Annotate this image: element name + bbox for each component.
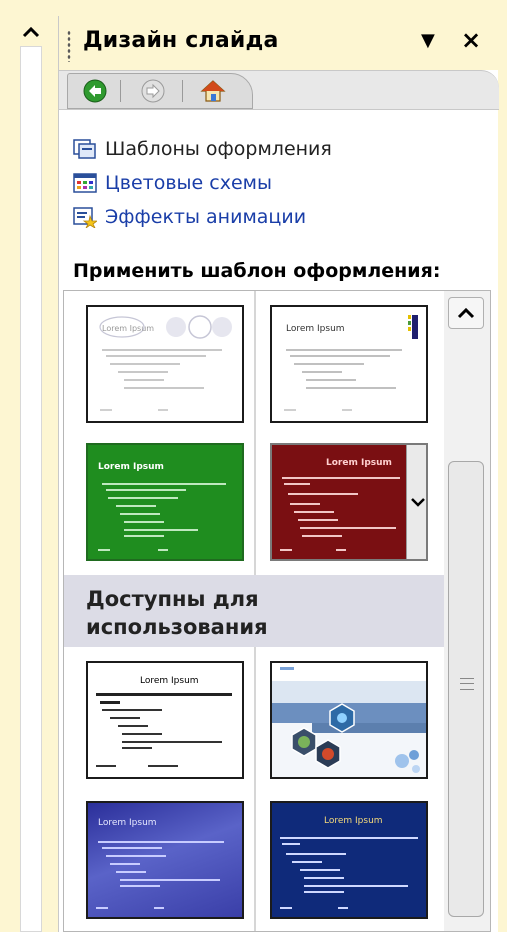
- svg-text:Lorem Ipsum: Lorem Ipsum: [286, 324, 345, 334]
- scroll-grip-icon: [460, 678, 474, 690]
- link-design-templates-label: Шаблоны оформления: [105, 138, 332, 160]
- chevron-down-icon: [411, 498, 425, 507]
- apply-template-heading: Применить шаблон оформления:: [73, 260, 441, 282]
- template-thumbnail-green[interactable]: Lorem Ipsum: [86, 443, 244, 561]
- svg-text:Lorem Ipsum: Lorem Ipsum: [98, 818, 157, 828]
- forward-arrow-icon: [141, 79, 165, 103]
- navigation-tab: [67, 73, 253, 109]
- available-section-header: Доступны для использования: [64, 575, 444, 647]
- home-button[interactable]: [198, 78, 228, 104]
- forward-button[interactable]: [138, 78, 168, 104]
- template-thumbnail-bars[interactable]: Lorem Ipsum: [270, 305, 428, 423]
- svg-text:Lorem Ipsum: Lorem Ipsum: [140, 676, 199, 686]
- template-thumbnail-circles[interactable]: Lorem Ipsum: [86, 305, 244, 423]
- chevron-up-icon: [22, 26, 40, 38]
- scroll-up-button[interactable]: [18, 20, 44, 44]
- link-animation-effects[interactable]: Эффекты анимации: [73, 200, 332, 234]
- nav-separator: [120, 80, 121, 102]
- gallery-scrollbar[interactable]: [444, 291, 490, 931]
- link-color-schemes[interactable]: Цветовые схемы: [73, 166, 332, 200]
- template-gallery: Lorem Ipsum Lorem Ipsum Lorem Ipsum Lore…: [63, 290, 491, 932]
- link-color-schemes-label: Цветовые схемы: [105, 172, 272, 194]
- back-button[interactable]: [80, 78, 110, 104]
- svg-text:Lorem Ipsum: Lorem Ipsum: [326, 458, 392, 468]
- nav-separator: [182, 80, 183, 102]
- task-pane-links: Шаблоны оформления Цветовые схемы Эффект…: [73, 132, 332, 234]
- template-thumbnail-hexagons[interactable]: [270, 661, 428, 779]
- template-thumbnail-default[interactable]: Lorem Ipsum: [86, 661, 244, 779]
- left-scrollbar-track[interactable]: [20, 46, 42, 932]
- back-arrow-icon: [83, 79, 107, 103]
- available-section-label: Доступны для использования: [86, 587, 268, 639]
- svg-text:Lorem Ipsum: Lorem Ipsum: [102, 324, 154, 333]
- link-design-templates[interactable]: Шаблоны оформления: [73, 132, 332, 166]
- task-pane-title: Дизайн слайда: [83, 28, 279, 53]
- gallery-divider: [254, 647, 256, 931]
- template-dropdown-button[interactable]: [406, 445, 426, 559]
- gallery-divider: [254, 291, 256, 575]
- template-thumbnail-dark-red[interactable]: Lorem Ipsum: [270, 443, 428, 561]
- color-schemes-icon: [73, 172, 97, 194]
- design-templates-icon: [73, 138, 97, 160]
- svg-text:Lorem Ipsum: Lorem Ipsum: [98, 462, 164, 472]
- link-animation-effects-label: Эффекты анимации: [105, 206, 307, 228]
- template-thumbnail-blue-gradient[interactable]: Lorem Ipsum: [86, 801, 244, 919]
- left-task-strip: [0, 0, 58, 932]
- home-icon: [200, 80, 226, 102]
- slide-design-task-pane: Дизайн слайда ▼ × Шаблоны оформления Цве…: [58, 16, 499, 932]
- task-pane-menu-button[interactable]: ▼: [421, 30, 435, 51]
- animation-effects-icon: [73, 206, 99, 230]
- drag-grip-icon[interactable]: [67, 30, 71, 62]
- gallery-scroll-up-button[interactable]: [448, 297, 484, 329]
- navigation-bar: [59, 70, 499, 110]
- close-button[interactable]: ×: [461, 26, 481, 54]
- gallery-scroll-thumb[interactable]: [448, 461, 484, 917]
- svg-text:Lorem Ipsum: Lorem Ipsum: [324, 816, 383, 826]
- template-thumbnail-navy[interactable]: Lorem Ipsum: [270, 801, 428, 919]
- chevron-up-icon: [457, 307, 475, 319]
- task-pane-title-bar: Дизайн слайда ▼ ×: [59, 16, 499, 70]
